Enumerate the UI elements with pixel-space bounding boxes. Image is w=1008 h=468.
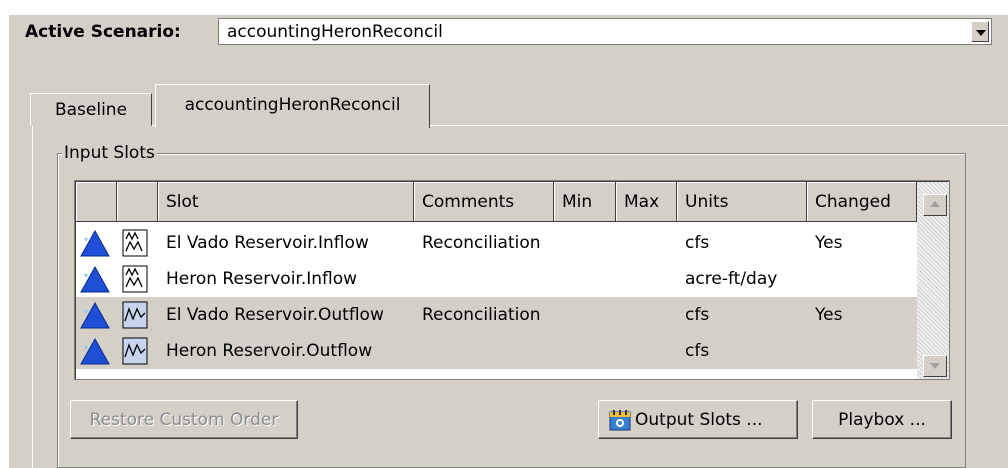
playbox-button[interactable]: Playbox ... <box>812 400 952 439</box>
inflow-slot-icon <box>122 229 148 257</box>
reservoir-triangle-icon <box>80 301 110 329</box>
scroll-up-button[interactable] <box>923 194 947 216</box>
chevron-down-icon <box>930 363 940 369</box>
input-slots-table: Slot Comments Min Max Units Changed El V… <box>74 180 950 380</box>
reservoir-triangle-icon <box>80 265 110 293</box>
reservoir-triangle-icon <box>80 337 110 365</box>
chevron-down-icon <box>976 30 986 36</box>
slot-name: Heron Reservoir.Outflow <box>166 341 373 361</box>
slot-units: cfs <box>685 305 710 325</box>
vertical-scrollbar[interactable] <box>917 182 949 379</box>
tab-label: Baseline <box>54 100 128 120</box>
column-header-max[interactable]: Max <box>616 182 677 222</box>
slot-units: cfs <box>685 233 710 253</box>
outflow-slot-icon <box>122 301 148 329</box>
slot-name: Heron Reservoir.Inflow <box>166 269 358 289</box>
output-slots-button[interactable]: Output Slots ... <box>598 400 798 439</box>
restore-custom-order-button[interactable]: Restore Custom Order <box>70 400 298 439</box>
column-header-min[interactable]: Min <box>554 182 616 222</box>
inflow-slot-icon <box>122 265 148 293</box>
table-row[interactable]: El Vado Reservoir.Inflow Reconciliation … <box>76 225 917 261</box>
table-row[interactable]: Heron Reservoir.Outflow cfs <box>76 333 917 369</box>
slot-name: El Vado Reservoir.Inflow <box>166 233 369 253</box>
column-header-changed[interactable]: Changed <box>807 182 917 222</box>
calendar-icon <box>609 410 631 431</box>
input-slots-title: Input Slots <box>62 143 157 163</box>
slot-name: El Vado Reservoir.Outflow <box>166 305 384 325</box>
slot-changed: Yes <box>815 233 843 253</box>
column-header-icon[interactable] <box>76 182 117 222</box>
slot-comments: Reconciliation <box>422 233 541 253</box>
slot-changed: Yes <box>815 305 843 325</box>
column-header-comments[interactable]: Comments <box>414 182 554 222</box>
outflow-slot-icon <box>122 337 148 365</box>
active-scenario-label: Active Scenario: <box>25 22 181 42</box>
combo-dropdown-button[interactable] <box>971 21 989 42</box>
active-scenario-combobox[interactable]: accountingHeronReconcil <box>218 18 992 45</box>
column-header-type[interactable] <box>117 182 158 222</box>
slot-units: cfs <box>685 341 710 361</box>
chevron-up-icon <box>930 201 940 207</box>
tab-baseline[interactable]: Baseline <box>30 93 152 126</box>
table-row[interactable]: El Vado Reservoir.Outflow Reconciliation… <box>76 297 917 333</box>
column-header-slot[interactable]: Slot <box>158 182 414 222</box>
scroll-down-button[interactable] <box>923 355 947 377</box>
table-row[interactable]: Heron Reservoir.Inflow acre-ft/day <box>76 261 917 297</box>
slot-comments: Reconciliation <box>422 305 541 325</box>
column-header-units[interactable]: Units <box>677 182 807 222</box>
tab-accounting-heron-reconcil[interactable]: accountingHeronReconcil <box>155 84 430 128</box>
reservoir-triangle-icon <box>80 229 110 257</box>
slot-units: acre-ft/day <box>685 269 778 289</box>
active-scenario-value: accountingHeronReconcil <box>227 22 443 42</box>
tab-label: accountingHeronReconcil <box>184 95 401 115</box>
